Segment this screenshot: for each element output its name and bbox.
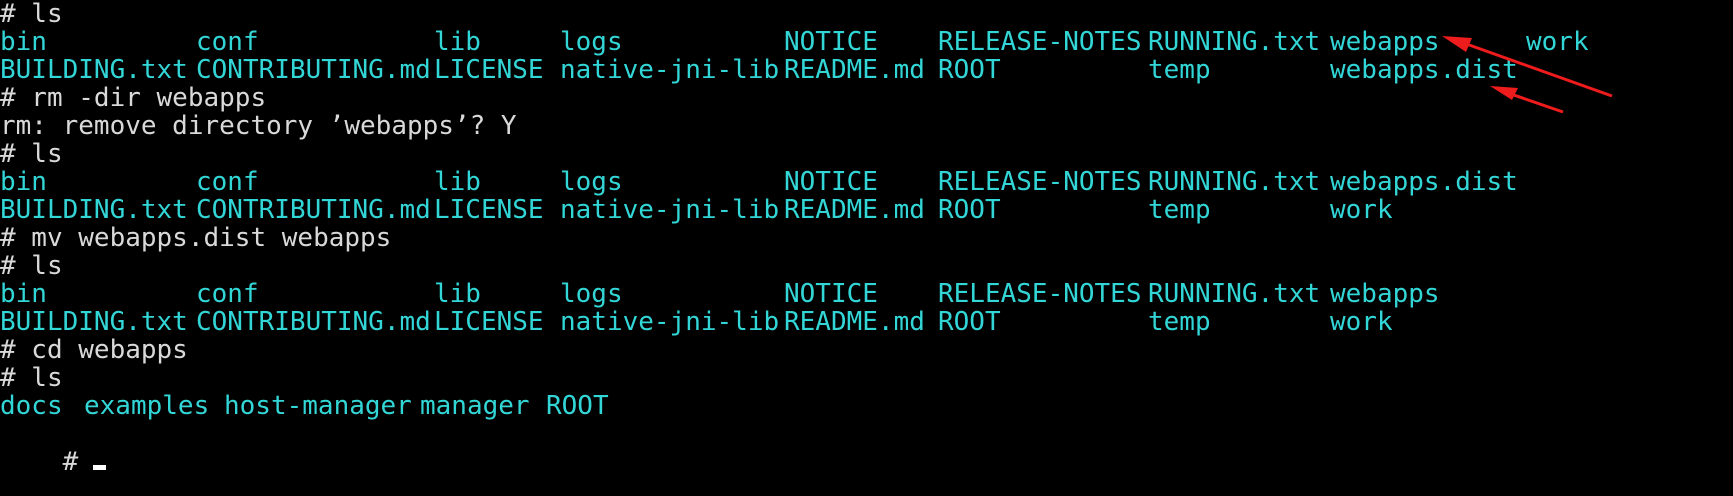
ls-entry: LICENSE: [434, 55, 544, 85]
ls-output-row: BUILDING.txt CONTRIBUTING.md LICENSE nat…: [0, 196, 1733, 224]
ls-entry: conf: [196, 27, 259, 57]
ls-entry: logs: [560, 279, 623, 309]
ls-entry: native-jni-lib: [560, 307, 780, 337]
ls-entry: native-jni-lib: [560, 55, 780, 85]
command-line: # ls: [0, 139, 63, 169]
ls-output-row: bin conf lib logs NOTICE RELEASE-NOTES R…: [0, 280, 1733, 308]
ls-entry: ROOT: [938, 195, 1001, 225]
ls-entry: conf: [196, 279, 259, 309]
ls-entry: work: [1330, 195, 1393, 225]
prompt-symbol: #: [62, 447, 79, 477]
ls-entry: LICENSE: [434, 195, 544, 225]
ls-output-row: BUILDING.txt CONTRIBUTING.md LICENSE nat…: [0, 308, 1733, 336]
command-line: # ls: [0, 251, 63, 281]
ls-entry: RUNNING.txt: [1148, 167, 1321, 197]
ls-entry: docs: [0, 391, 63, 421]
ls-entry: CONTRIBUTING.md: [196, 195, 431, 225]
command-line: # cd webapps: [0, 335, 188, 365]
ls-output-row: BUILDING.txt CONTRIBUTING.md LICENSE nat…: [0, 56, 1733, 84]
ls-entry: native-jni-lib: [560, 195, 780, 225]
ls-entry: RUNNING.txt: [1148, 279, 1321, 309]
command-line: # ls: [0, 0, 63, 29]
ls-entry: NOTICE: [784, 27, 878, 57]
text-cursor: [93, 465, 107, 470]
command-line: # mv webapps.dist webapps: [0, 223, 392, 253]
ls-output-row: bin conf lib logs NOTICE RELEASE-NOTES R…: [0, 168, 1733, 196]
ls-entry: webapps.dist: [1330, 167, 1518, 197]
ls-entry: webapps.dist: [1330, 55, 1518, 85]
ls-entry: lib: [434, 27, 481, 57]
ls-entry: README.md: [784, 307, 925, 337]
ls-entry: webapps: [1330, 27, 1440, 57]
ls-entry: ROOT: [546, 391, 609, 421]
ls-entry: RELEASE-NOTES: [938, 279, 1142, 309]
ls-entry: bin: [0, 167, 47, 197]
ls-output-row: docs examples host-manager manager ROOT: [0, 392, 1733, 420]
ls-entry: BUILDING.txt: [0, 55, 188, 85]
ls-entry: webapps: [1330, 279, 1440, 309]
ls-entry: temp: [1148, 307, 1211, 337]
ls-entry: NOTICE: [784, 279, 878, 309]
prompt-line[interactable]: #: [0, 420, 107, 476]
ls-entry: BUILDING.txt: [0, 307, 188, 337]
ls-entry: ROOT: [938, 55, 1001, 85]
ls-entry: lib: [434, 279, 481, 309]
ls-entry: work: [1526, 27, 1589, 57]
ls-entry: logs: [560, 27, 623, 57]
ls-entry: LICENSE: [434, 307, 544, 337]
ls-entry: manager: [420, 391, 530, 421]
ls-entry: README.md: [784, 195, 925, 225]
ls-entry: BUILDING.txt: [0, 195, 188, 225]
command-line: # rm -dir webapps: [0, 83, 267, 113]
red-arrow-icon: [1490, 86, 1564, 114]
ls-entry: RUNNING.txt: [1148, 27, 1321, 57]
ls-entry: examples: [84, 391, 210, 421]
ls-entry: NOTICE: [784, 167, 878, 197]
ls-entry: bin: [0, 27, 47, 57]
command-line: # ls: [0, 363, 63, 393]
ls-entry: CONTRIBUTING.md: [196, 307, 431, 337]
ls-entry: logs: [560, 167, 623, 197]
output-line: rm: remove directory ’webapps’? Y: [0, 111, 517, 141]
ls-entry: work: [1330, 307, 1393, 337]
ls-entry: CONTRIBUTING.md: [196, 55, 431, 85]
ls-entry: temp: [1148, 195, 1211, 225]
ls-entry: RELEASE-NOTES: [938, 27, 1142, 57]
ls-entry: lib: [434, 167, 481, 197]
ls-entry: RELEASE-NOTES: [938, 167, 1142, 197]
ls-entry: temp: [1148, 55, 1211, 85]
ls-entry: conf: [196, 167, 259, 197]
ls-entry: ROOT: [938, 307, 1001, 337]
ls-entry: README.md: [784, 55, 925, 85]
terminal-window[interactable]: # ls bin conf lib logs NOTICE RELEASE-NO…: [0, 0, 1733, 496]
ls-entry: bin: [0, 279, 47, 309]
ls-entry: host-manager: [224, 391, 412, 421]
ls-output-row: bin conf lib logs NOTICE RELEASE-NOTES R…: [0, 28, 1733, 56]
